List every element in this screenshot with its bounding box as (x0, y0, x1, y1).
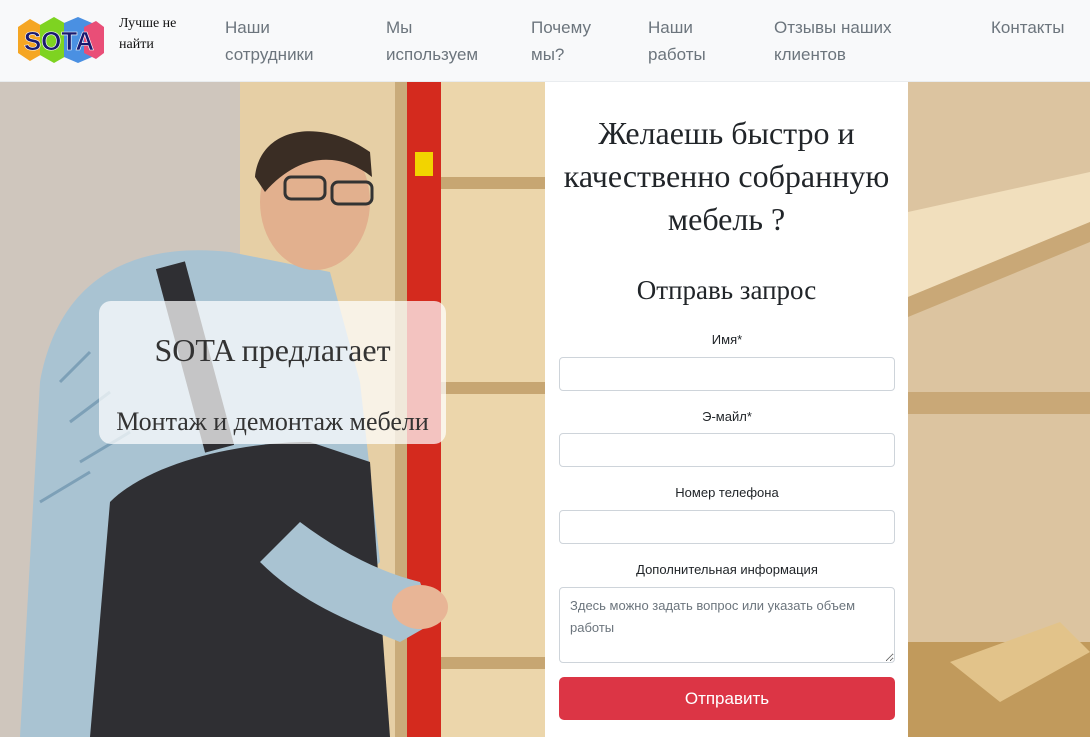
offer-subtitle: Монтаж и демонтаж мебели (116, 407, 429, 436)
request-form: Желаешь быстро и качественно собранную м… (545, 82, 908, 737)
phone-label: Номер телефона (675, 485, 779, 500)
nav-link-employees[interactable]: Наши сотрудники (225, 14, 335, 68)
hero-section: SOTA предлагает Монтаж и демонтаж мебели… (0, 82, 1090, 737)
submit-button[interactable]: Отправить (559, 677, 895, 720)
offer-title: SOTA предлагает (154, 332, 391, 368)
name-label: Имя* (711, 332, 743, 347)
phone-field[interactable] (559, 510, 895, 544)
form-heading: Желаешь быстро и качественно собранную м… (563, 115, 890, 237)
email-label: Э-майл* (702, 409, 752, 424)
email-field[interactable] (559, 433, 895, 467)
sota-logo-icon: SOTA (18, 17, 104, 63)
brand-tagline: Лучше не найти (119, 16, 177, 52)
name-field[interactable] (559, 357, 895, 391)
info-textarea[interactable] (559, 587, 895, 663)
info-label: Дополнительная информация (636, 562, 818, 577)
logo-text: SOTA (24, 26, 95, 56)
navbar: SOTA Лучше не найти Наши сотрудники Мы и… (0, 0, 1090, 82)
form-subheading: Отправь запрос (636, 275, 817, 305)
brand-logo[interactable]: SOTA (14, 15, 104, 65)
nav-link-reviews[interactable]: Отзывы наших клиентов (774, 14, 914, 68)
offer-card: SOTA предлагает Монтаж и демонтаж мебели (99, 301, 446, 444)
nav-link-why-us[interactable]: Почему мы? (531, 14, 611, 68)
nav-link-we-use[interactable]: Мы используем (386, 14, 496, 68)
nav-link-our-works[interactable]: Наши работы (648, 14, 728, 68)
nav-link-contacts[interactable]: Контакты (991, 14, 1081, 41)
